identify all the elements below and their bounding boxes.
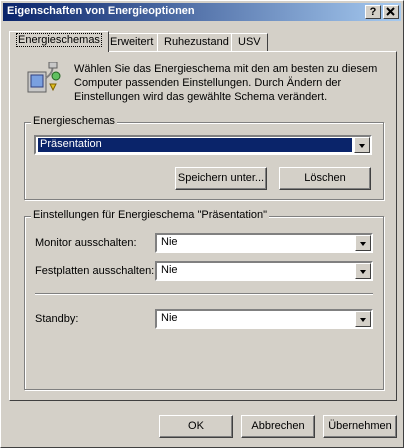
cancel-button[interactable]: Abbrechen	[241, 415, 315, 438]
tab-label: Erweitert	[110, 36, 154, 48]
harddisk-select-value: Nie	[161, 264, 178, 276]
help-button[interactable]: ?	[365, 5, 381, 19]
tab-usv[interactable]: USV	[231, 33, 268, 51]
standby-label: Standby:	[35, 313, 79, 325]
standby-select-value: Nie	[161, 312, 178, 324]
tab-label: USV	[238, 36, 261, 48]
ok-button[interactable]: OK	[159, 415, 233, 438]
monitor-label: Monitor ausschalten:	[35, 237, 137, 249]
standby-select[interactable]: Nie	[155, 309, 373, 329]
divider	[35, 293, 373, 295]
description-text: Wählen Sie das Energieschema mit den am …	[74, 63, 378, 103]
tab-ruhezustand[interactable]: Ruhezustand	[157, 33, 236, 51]
monitor-select[interactable]: Nie	[155, 233, 373, 253]
chevron-down-icon[interactable]	[355, 263, 371, 279]
tab-erweitert[interactable]: Erweitert	[103, 33, 161, 51]
tab-label: Ruhezustand	[164, 36, 229, 48]
settings-group: Einstellungen für Energieschema "Präsent…	[24, 209, 384, 390]
harddisk-select[interactable]: Nie	[155, 261, 373, 281]
monitor-select-value: Nie	[161, 236, 178, 248]
apply-button[interactable]: Übernehmen	[323, 415, 397, 438]
chevron-down-icon[interactable]	[355, 311, 371, 327]
power-options-window: Eigenschaften von Energieoptionen ? Ener…	[0, 0, 404, 448]
close-button[interactable]	[383, 5, 399, 19]
harddisk-label: Festplatten ausschalten:	[35, 265, 155, 277]
close-icon	[386, 7, 395, 16]
power-plug-icon	[27, 62, 61, 93]
schemes-group: Energieschemas Präsentation Speichern un…	[24, 115, 384, 200]
tab-energieschemas[interactable]: Energieschemas	[9, 31, 109, 52]
delete-button[interactable]: Löschen	[279, 167, 371, 190]
tab-label: Energieschemas	[16, 33, 102, 47]
tab-panel: Wählen Sie das Energieschema mit den am …	[9, 51, 397, 401]
save-as-button[interactable]: Speichern unter...	[175, 167, 267, 190]
chevron-down-icon[interactable]	[354, 137, 370, 153]
chevron-down-icon[interactable]	[355, 235, 371, 251]
tab-strip: Energieschemas Erweitert Ruhezustand USV	[9, 31, 395, 52]
window-title: Eigenschaften von Energieoptionen	[7, 5, 195, 17]
scheme-select[interactable]: Präsentation	[34, 135, 372, 155]
schemes-group-title: Energieschemas	[31, 115, 117, 127]
title-bar[interactable]: Eigenschaften von Energieoptionen ?	[3, 3, 401, 21]
settings-group-title: Einstellungen für Energieschema "Präsent…	[31, 209, 270, 221]
scheme-select-value: Präsentation	[38, 138, 352, 152]
